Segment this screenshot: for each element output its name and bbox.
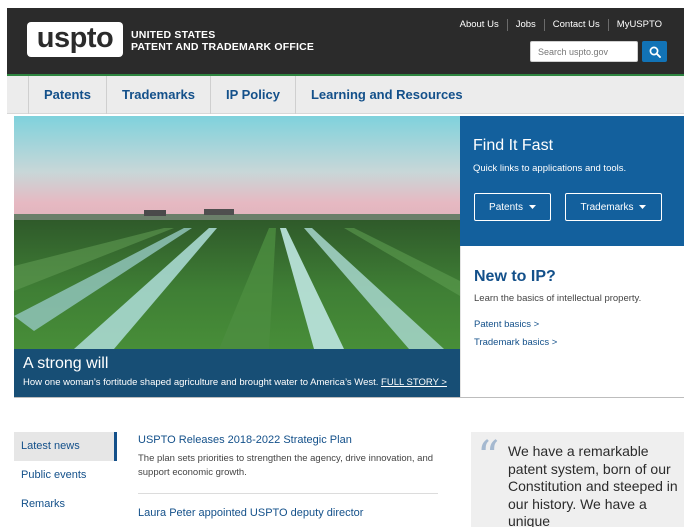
quote-text: We have a remarkable patent system, born… [508, 443, 678, 527]
page: uspto UNITED STATES PATENT AND TRADEMARK… [7, 8, 684, 527]
sidenav-latest-news[interactable]: Latest news [14, 432, 117, 461]
quote-mark-icon: “ [477, 432, 500, 483]
news-separator [138, 493, 438, 494]
full-story-link[interactable]: FULL STORY > [381, 377, 447, 388]
caret-down-icon [639, 204, 647, 209]
sidenav-public-events[interactable]: Public events [14, 461, 117, 490]
nav-ip-policy[interactable]: IP Policy [209, 75, 295, 114]
search-input[interactable] [530, 41, 638, 62]
news-item-title[interactable]: Laura Peter appointed USPTO deputy direc… [138, 507, 438, 519]
find-it-fast-panel: Find It Fast Quick links to applications… [460, 116, 684, 246]
contact-us-link[interactable]: Contact Us [543, 19, 608, 31]
news-item-summary: The plan sets priorities to strengthen t… [138, 453, 434, 478]
hero-text: How one woman’s fortitude shaped agricul… [23, 377, 379, 388]
agency-line-2: PATENT AND TRADEMARK OFFICE [131, 41, 315, 53]
new-to-ip-panel: New to IP? Learn the basics of intellect… [460, 246, 684, 397]
hero-description: How one woman’s fortitude shaped agricul… [23, 377, 447, 388]
news-side-navigation: Latest news Public events Remarks [14, 432, 117, 519]
caret-down-icon [528, 204, 536, 209]
section-divider [14, 397, 684, 398]
search-icon [649, 46, 661, 58]
site-header: uspto UNITED STATES PATENT AND TRADEMARK… [7, 8, 684, 74]
agency-name: UNITED STATES PATENT AND TRADEMARK OFFIC… [131, 29, 314, 53]
trademarks-dropdown-button[interactable]: Trademarks [565, 193, 662, 221]
news-item-title[interactable]: USPTO Releases 2018-2022 Strategic Plan [138, 434, 438, 446]
news-list: USPTO Releases 2018-2022 Strategic Plan … [138, 434, 438, 519]
new-to-ip-subtitle: Learn the basics of intellectual propert… [474, 293, 642, 304]
patents-dropdown-button[interactable]: Patents [474, 193, 551, 221]
news-item: USPTO Releases 2018-2022 Strategic Plan … [138, 434, 438, 480]
myuspto-link[interactable]: MyUSPTO [607, 19, 670, 31]
new-to-ip-title: New to IP? [474, 268, 556, 285]
jobs-link[interactable]: Jobs [506, 19, 544, 31]
main-navigation: Patents Trademarks IP Policy Learning an… [7, 74, 684, 114]
sidenav-remarks[interactable]: Remarks [14, 490, 117, 519]
nav-trademarks[interactable]: Trademarks [105, 75, 210, 114]
trademark-basics-link[interactable]: Trademark basics > [474, 337, 557, 348]
hero-title: A strong will [23, 355, 109, 372]
quote-box: “ We have a remarkable patent system, bo… [471, 432, 684, 527]
uspto-logo[interactable]: uspto [27, 22, 123, 57]
trademarks-dropdown-label: Trademarks [580, 201, 634, 213]
agency-line-1: UNITED STATES [131, 29, 216, 41]
hero-banner[interactable]: A strong will How one woman’s fortitude … [14, 116, 460, 397]
nav-learning-resources[interactable]: Learning and Resources [294, 75, 478, 114]
find-it-fast-title: Find It Fast [473, 137, 554, 154]
search-button[interactable] [642, 41, 667, 62]
patents-dropdown-label: Patents [489, 201, 523, 213]
find-it-fast-subtitle: Quick links to applications and tools. [473, 163, 627, 174]
logo-text: uspto [36, 22, 114, 54]
patent-basics-link[interactable]: Patent basics > [474, 319, 539, 330]
about-us-link[interactable]: About Us [452, 19, 507, 31]
news-item: Laura Peter appointed USPTO deputy direc… [138, 507, 438, 519]
hero-caption: A strong will How one woman’s fortitude … [14, 349, 460, 397]
nav-patents[interactable]: Patents [28, 75, 106, 114]
utility-nav: About Us Jobs Contact Us MyUSPTO [452, 19, 670, 31]
